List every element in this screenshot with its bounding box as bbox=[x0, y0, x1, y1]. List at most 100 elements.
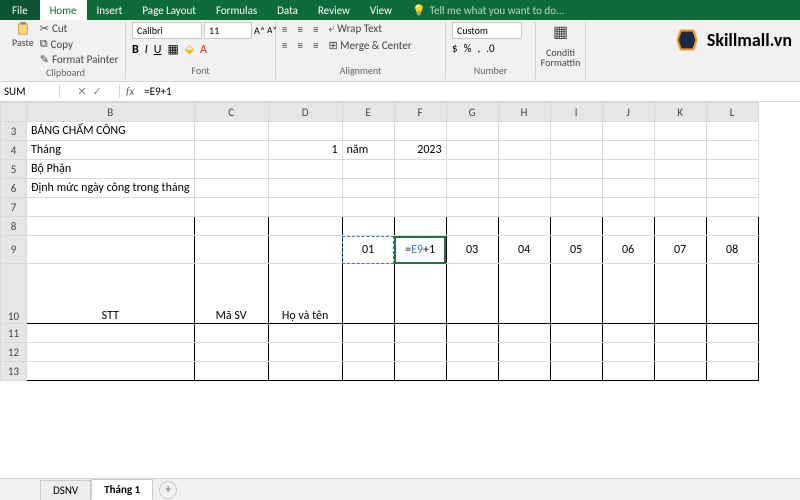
cell-F11[interactable] bbox=[394, 324, 446, 343]
row-header-9[interactable]: 9 bbox=[1, 236, 27, 264]
cell-C6[interactable] bbox=[194, 179, 268, 198]
cell-E10[interactable] bbox=[342, 264, 394, 324]
row-header-11[interactable]: 11 bbox=[1, 324, 27, 343]
cell-K13[interactable] bbox=[654, 362, 706, 381]
row-header-4[interactable]: 4 bbox=[1, 141, 27, 160]
cell-B12[interactable] bbox=[27, 343, 195, 362]
cell-E3[interactable] bbox=[342, 122, 394, 141]
cell-D3[interactable] bbox=[268, 122, 342, 141]
cell-J12[interactable] bbox=[602, 343, 654, 362]
cell-I3[interactable] bbox=[550, 122, 602, 141]
cell-C9[interactable] bbox=[194, 236, 268, 264]
cell-F6[interactable] bbox=[394, 179, 446, 198]
cell-G7[interactable] bbox=[446, 198, 498, 217]
currency-icon[interactable]: $ bbox=[452, 42, 458, 55]
cell-I8[interactable] bbox=[550, 217, 602, 236]
cell-J6[interactable] bbox=[602, 179, 654, 198]
copy-button[interactable]: ⧉Copy bbox=[40, 37, 119, 51]
cell-C13[interactable] bbox=[194, 362, 268, 381]
tab-insert[interactable]: Insert bbox=[87, 0, 133, 20]
cell-F9[interactable]: =E9+1 bbox=[394, 236, 446, 264]
tell-me[interactable]: 💡 Tell me what you want to do... bbox=[412, 4, 564, 17]
cell-G11[interactable] bbox=[446, 324, 498, 343]
cell-L7[interactable] bbox=[706, 198, 758, 217]
cell-K5[interactable] bbox=[654, 160, 706, 179]
cell-F7[interactable] bbox=[394, 198, 446, 217]
border-button[interactable]: ▦ bbox=[167, 42, 178, 57]
cell-E11[interactable] bbox=[342, 324, 394, 343]
cell-L10[interactable] bbox=[706, 264, 758, 324]
cell-C11[interactable] bbox=[194, 324, 268, 343]
cell-D7[interactable] bbox=[268, 198, 342, 217]
underline-button[interactable]: U bbox=[154, 43, 162, 57]
cell-B10[interactable]: STT bbox=[27, 264, 195, 324]
align-right-icon[interactable]: ≡ bbox=[313, 39, 318, 52]
cell-H10[interactable] bbox=[498, 264, 550, 324]
cell-I12[interactable] bbox=[550, 343, 602, 362]
cell-B4[interactable]: Tháng bbox=[27, 141, 195, 160]
col-header-D[interactable]: D bbox=[268, 103, 342, 122]
cell-C12[interactable] bbox=[194, 343, 268, 362]
cell-D6[interactable] bbox=[268, 179, 342, 198]
cell-H11[interactable] bbox=[498, 324, 550, 343]
col-header-E[interactable]: E bbox=[342, 103, 394, 122]
cell-K8[interactable] bbox=[654, 217, 706, 236]
row-header-6[interactable]: 6 bbox=[1, 179, 27, 198]
name-box[interactable]: SUM bbox=[0, 85, 60, 98]
align-center-icon[interactable]: ≡ bbox=[297, 39, 302, 52]
comma-icon[interactable]: , bbox=[477, 42, 480, 55]
cell-G6[interactable] bbox=[446, 179, 498, 198]
cell-H13[interactable] bbox=[498, 362, 550, 381]
cell-D5[interactable] bbox=[268, 160, 342, 179]
file-menu[interactable]: File bbox=[0, 0, 40, 20]
cell-K11[interactable] bbox=[654, 324, 706, 343]
col-header-H[interactable]: H bbox=[498, 103, 550, 122]
cell-E6[interactable] bbox=[342, 179, 394, 198]
cell-I7[interactable] bbox=[550, 198, 602, 217]
cell-J5[interactable] bbox=[602, 160, 654, 179]
paste-button[interactable]: Paste bbox=[12, 22, 34, 49]
cell-H9[interactable]: 04 bbox=[498, 236, 550, 264]
cell-D12[interactable] bbox=[268, 343, 342, 362]
cell-C10[interactable]: Mã SV bbox=[194, 264, 268, 324]
format-painter-button[interactable]: ✎Format Painter bbox=[40, 53, 119, 66]
cell-B11[interactable] bbox=[27, 324, 195, 343]
cell-G3[interactable] bbox=[446, 122, 498, 141]
add-sheet-button[interactable]: + bbox=[159, 481, 177, 499]
cell-C8[interactable] bbox=[194, 217, 268, 236]
cell-C5[interactable] bbox=[194, 160, 268, 179]
cell-J3[interactable] bbox=[602, 122, 654, 141]
cell-H4[interactable] bbox=[498, 141, 550, 160]
cell-I6[interactable] bbox=[550, 179, 602, 198]
cell-B9[interactable] bbox=[27, 236, 195, 264]
cell-G5[interactable] bbox=[446, 160, 498, 179]
cell-G9[interactable]: 03 bbox=[446, 236, 498, 264]
cell-B5[interactable]: Bộ Phận bbox=[27, 160, 195, 179]
sheet-tab-thang1[interactable]: Tháng 1 bbox=[91, 479, 153, 500]
cell-J4[interactable] bbox=[602, 141, 654, 160]
sheet-tab-dsnv[interactable]: DSNV bbox=[40, 480, 91, 500]
number-format-select[interactable] bbox=[452, 22, 522, 39]
italic-button[interactable]: I bbox=[145, 43, 148, 57]
col-header-B[interactable]: B bbox=[27, 103, 195, 122]
cell-H12[interactable] bbox=[498, 343, 550, 362]
cell-E13[interactable] bbox=[342, 362, 394, 381]
cell-F3[interactable] bbox=[394, 122, 446, 141]
cell-B6[interactable]: Định mức ngày công trong tháng bbox=[27, 179, 195, 198]
align-left-icon[interactable]: ≡ bbox=[282, 39, 287, 52]
cell-D10[interactable]: Họ và tên bbox=[268, 264, 342, 324]
cell-L3[interactable] bbox=[706, 122, 758, 141]
cell-L5[interactable] bbox=[706, 160, 758, 179]
cell-B3[interactable]: BẢNG CHẤM CÔNG bbox=[27, 122, 195, 141]
row-header-13[interactable]: 13 bbox=[1, 362, 27, 381]
cell-E12[interactable] bbox=[342, 343, 394, 362]
cell-K3[interactable] bbox=[654, 122, 706, 141]
cell-E8[interactable] bbox=[342, 217, 394, 236]
cell-F8[interactable] bbox=[394, 217, 446, 236]
cell-K4[interactable] bbox=[654, 141, 706, 160]
row-header-7[interactable]: 7 bbox=[1, 198, 27, 217]
cell-I4[interactable] bbox=[550, 141, 602, 160]
tab-home[interactable]: Home bbox=[40, 0, 87, 20]
cell-C4[interactable] bbox=[194, 141, 268, 160]
cell-J9[interactable]: 06 bbox=[602, 236, 654, 264]
